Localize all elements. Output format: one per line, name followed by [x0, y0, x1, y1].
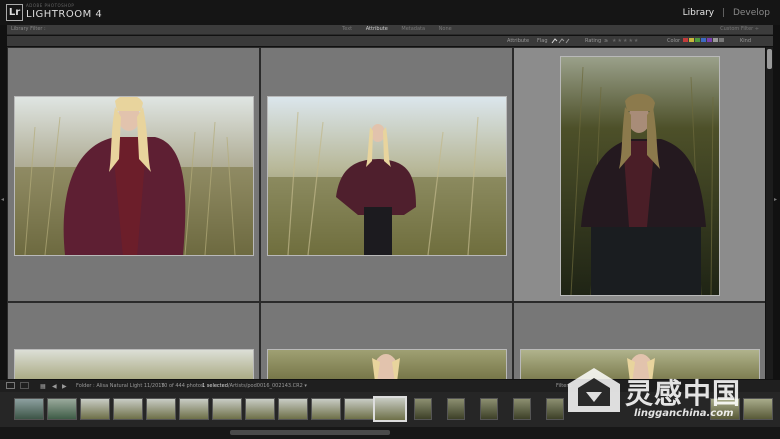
- filmstrip-thumb-selected[interactable]: [373, 396, 407, 422]
- grid-cell-selected[interactable]: [514, 48, 765, 301]
- filmstrip-thumb[interactable]: [414, 398, 432, 420]
- watermark-chinese-text: 灵感中国: [625, 377, 742, 410]
- filmstrip-thumb[interactable]: [513, 398, 531, 420]
- selected-count: 1 selected: [202, 383, 228, 389]
- filmstrip-thumb[interactable]: [146, 398, 176, 420]
- color-swatch-purple[interactable]: [707, 37, 712, 42]
- photo-image: [372, 354, 400, 379]
- filmstrip-thumb[interactable]: [212, 398, 242, 420]
- watermark-logo-icon: [568, 368, 620, 412]
- filter-tab-none[interactable]: None: [439, 26, 452, 32]
- grid-cell[interactable]: [514, 303, 765, 379]
- product-subtitle: ADOBE PHOTOSHOP: [26, 3, 75, 8]
- color-swatch-green[interactable]: [695, 37, 700, 42]
- photo-thumbnail[interactable]: [14, 349, 254, 379]
- filmstrip-thumb[interactable]: [546, 398, 564, 420]
- filmstrip-scrollbar[interactable]: [0, 427, 780, 439]
- right-panel-toggle-icon[interactable]: ▸: [774, 196, 777, 203]
- photo-thumbnail[interactable]: [267, 349, 507, 379]
- filmstrip-thumb[interactable]: [47, 398, 77, 420]
- module-library[interactable]: Library: [683, 8, 714, 18]
- forward-arrow-icon[interactable]: ▶: [62, 383, 67, 390]
- library-filter-bar: Library Filter : Text Attribute Metadata…: [7, 25, 773, 35]
- kind-label: Kind: [740, 38, 752, 44]
- color-swatch-yellow[interactable]: [689, 37, 694, 42]
- grid-cell[interactable]: [8, 303, 259, 379]
- filmstrip-thumb[interactable]: [743, 398, 773, 420]
- module-develop[interactable]: Develop: [733, 8, 770, 18]
- photo-thumbnail[interactable]: [14, 96, 254, 256]
- photo-grid: [7, 47, 765, 379]
- grid-cell[interactable]: [261, 48, 512, 301]
- photo-thumbnail[interactable]: [267, 96, 507, 256]
- filmstrip-scrollbar-thumb[interactable]: [230, 430, 390, 435]
- color-swatch-other[interactable]: [713, 37, 718, 42]
- module-separator: |: [722, 8, 726, 18]
- attribute-bar: Attribute Flag Rating ≥ ★★★★★ Color Kind: [7, 36, 773, 46]
- photo-count: 70 of 444 photos: [161, 383, 204, 389]
- rating-operator[interactable]: ≥: [604, 38, 608, 44]
- rating-label: Rating: [585, 38, 602, 44]
- color-swatch-none[interactable]: [719, 37, 724, 42]
- filmstrip-thumb[interactable]: [245, 398, 275, 420]
- color-swatch-blue[interactable]: [701, 37, 706, 42]
- filmstrip-thumb[interactable]: [14, 398, 44, 420]
- flag-filter-icons[interactable]: [551, 38, 571, 46]
- grid-scrollbar-thumb[interactable]: [767, 49, 772, 69]
- photo-thumbnail[interactable]: [560, 56, 720, 296]
- grid-cell[interactable]: [8, 48, 259, 301]
- color-filter-swatches[interactable]: [682, 37, 724, 43]
- filmstrip-thumb[interactable]: [447, 398, 465, 420]
- lightroom-logo-icon: Lr: [6, 4, 23, 21]
- photo-image: [15, 97, 253, 255]
- grid-scrollbar[interactable]: [766, 47, 773, 379]
- selected-filename[interactable]: /Artists/pod0016_002143.CR2 ▾: [228, 383, 307, 389]
- left-panel-toggle-icon[interactable]: ◂: [1, 196, 4, 203]
- product-name: LIGHTROOM 4: [26, 9, 103, 20]
- filter-tab-metadata[interactable]: Metadata: [401, 26, 425, 32]
- watermark-url: lingganchina.com: [634, 408, 734, 419]
- filmstrip-thumb[interactable]: [480, 398, 498, 420]
- title-bar: Lr ADOBE PHOTOSHOP LIGHTROOM 4 Library |…: [0, 0, 780, 25]
- flag-icon[interactable]: [551, 38, 571, 44]
- second-window-icon[interactable]: [20, 382, 29, 389]
- filmstrip-thumb[interactable]: [344, 398, 374, 420]
- attribute-label: Attribute: [507, 38, 530, 44]
- filmstrip-thumb[interactable]: [113, 398, 143, 420]
- filmstrip-source[interactable]: Folder : Alisa Natural Light 11/2015: [76, 383, 165, 389]
- grid-cell[interactable]: [261, 303, 512, 379]
- library-filter-title: Library Filter :: [11, 26, 46, 32]
- filmstrip-thumb[interactable]: [80, 398, 110, 420]
- back-arrow-icon[interactable]: ◀: [52, 383, 57, 390]
- flag-label: Flag: [537, 38, 548, 44]
- color-label: Color: [667, 38, 681, 44]
- filmstrip-thumb[interactable]: [278, 398, 308, 420]
- photo-image: [561, 57, 719, 295]
- main-window-icon[interactable]: [6, 382, 15, 389]
- grid-view-icon[interactable]: ▦: [40, 383, 46, 390]
- filter-tabs: Text Attribute Metadata None: [342, 26, 464, 32]
- filmstrip-thumb[interactable]: [179, 398, 209, 420]
- filter-tab-attribute[interactable]: Attribute: [366, 26, 388, 32]
- photo-image: [268, 97, 506, 255]
- custom-filter-dropdown[interactable]: Custom Filter ÷: [720, 26, 759, 32]
- module-picker: Library | Develop: [683, 8, 770, 18]
- filmstrip-thumb[interactable]: [311, 398, 341, 420]
- rating-stars-icon[interactable]: ★★★★★: [612, 38, 639, 44]
- color-swatch-red[interactable]: [683, 37, 688, 42]
- filter-tab-text[interactable]: Text: [342, 26, 352, 32]
